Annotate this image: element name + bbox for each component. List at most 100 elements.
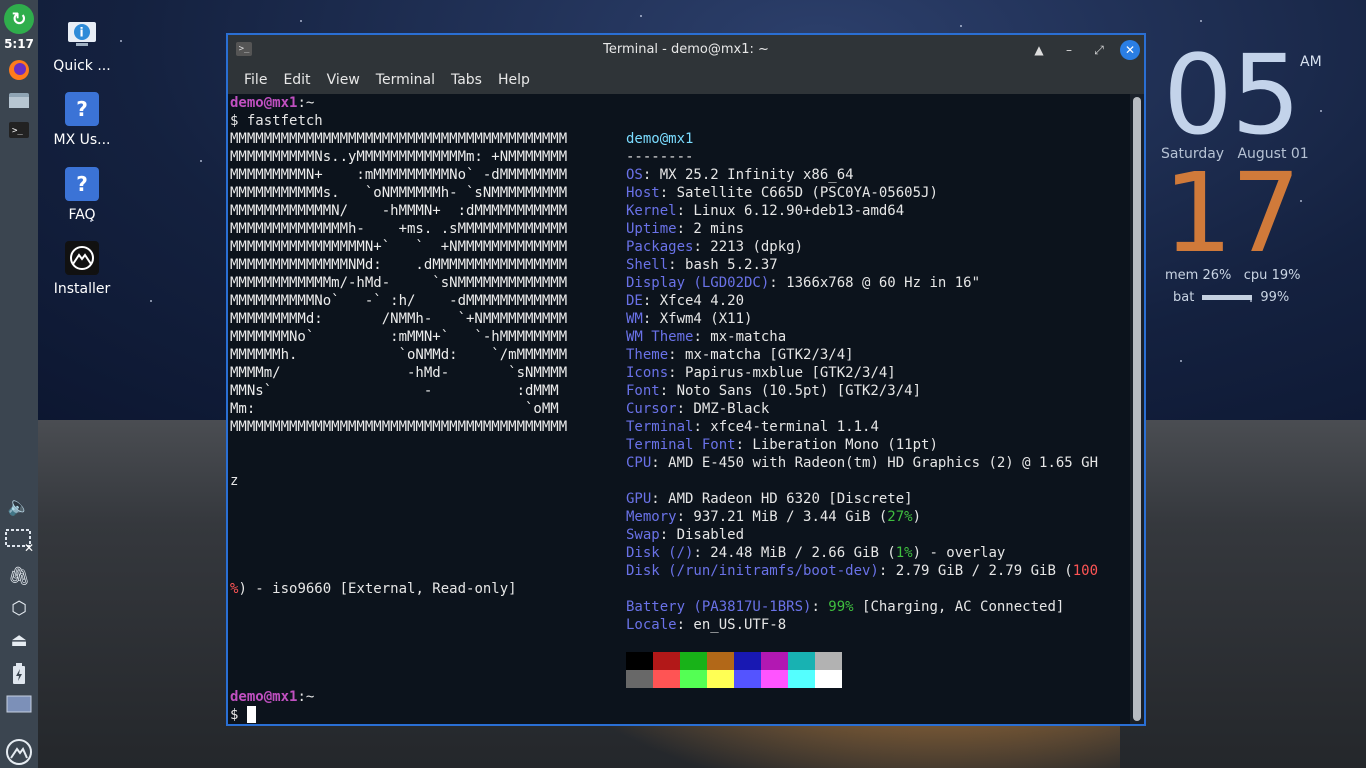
svg-text:i: i bbox=[80, 26, 84, 40]
minimize-button[interactable]: – bbox=[1060, 41, 1078, 59]
info-value: : Satellite C665D (PSC0YA-05605J) bbox=[659, 185, 938, 201]
info-key: Disk (/) bbox=[626, 545, 694, 561]
info-key: Icons bbox=[626, 365, 669, 381]
info-key: Shell bbox=[626, 257, 669, 273]
color-swatch bbox=[815, 670, 842, 688]
conky-stats: mem 26% cpu 19% bbox=[1165, 268, 1300, 283]
color-swatch bbox=[653, 670, 680, 688]
info-value-end: ) bbox=[912, 509, 922, 525]
prompt-user: demo@mx1 bbox=[230, 689, 298, 705]
star bbox=[1300, 200, 1302, 202]
panel-clock[interactable]: 5:17 bbox=[0, 37, 38, 51]
command-line: $ fastfetch bbox=[230, 112, 323, 130]
star bbox=[1200, 20, 1202, 22]
logo-line: MMNs` - :dMMM bbox=[230, 383, 559, 399]
info-value: : 2.79 GiB / 2.79 GiB ( bbox=[878, 563, 1073, 579]
desktop-icon-installer[interactable]: Installer bbox=[42, 241, 122, 297]
bat-value: 99% bbox=[1260, 290, 1290, 305]
desktop-icon-mx-user-manual[interactable]: ? MX Us... bbox=[42, 92, 122, 148]
info-value: : 2213 (dpkg) bbox=[693, 239, 804, 255]
star bbox=[640, 15, 642, 17]
mx-updater-icon[interactable]: ↻ bbox=[4, 4, 34, 34]
info-row: Icons: Papirus-mxblue [GTK2/3/4] bbox=[626, 364, 896, 382]
info-value: : DMZ-Black bbox=[676, 401, 770, 417]
info-key: WM Theme bbox=[626, 329, 694, 345]
info-value: : AMD Radeon HD 6320 [Discrete] bbox=[651, 491, 913, 507]
shade-button[interactable]: ▲ bbox=[1030, 41, 1048, 59]
scrollbar-thumb[interactable] bbox=[1133, 97, 1141, 721]
disk-wrap-line: %) - iso9660 [External, Read-only] bbox=[230, 580, 517, 598]
prompt-line: demo@mx1:~ bbox=[230, 688, 314, 706]
info-value: : xfce4-terminal 1.1.4 bbox=[693, 419, 879, 435]
logo-line: MMMMMMMMMd: /NMMh- `+NMMMMMMMMMM bbox=[230, 311, 568, 327]
firefox-icon[interactable] bbox=[4, 56, 34, 84]
terminal-output[interactable]: demo@mx1:~ $ fastfetch MMMMMMMMMMMMMMMMM… bbox=[228, 94, 1130, 724]
cpu-value: 19% bbox=[1271, 268, 1301, 283]
logo-line: MMMMMMMMMMMMN/ -hMMMN+ :dMMMMMMMMMMM bbox=[230, 203, 568, 219]
info-disk-root: Disk (/): 24.48 MiB / 2.66 GiB (1%) - ov… bbox=[626, 544, 1005, 562]
volume-icon[interactable]: 🔈 bbox=[4, 492, 34, 520]
logo-line: MMMMMMMMMMMMm/-hMd- `sNMMMMMMMMMMMMM bbox=[230, 275, 568, 291]
battery-icon[interactable] bbox=[4, 660, 34, 688]
clipboard-icon[interactable]: 🖇 bbox=[4, 562, 34, 590]
logo-line: MMMMMMMMMMMMMMMMMMMMMMMMMMMMMMMMMMMMMMMM bbox=[230, 131, 568, 147]
terminal-icon[interactable]: >_ bbox=[4, 116, 34, 144]
file-manager-icon[interactable] bbox=[4, 86, 34, 114]
info-value: : en_US.UTF-8 bbox=[676, 617, 787, 633]
info-user-host: demo@mx1 bbox=[626, 131, 694, 147]
info-value: : Xfce4 4.20 bbox=[642, 293, 745, 309]
info-row: WM Theme: mx-matcha bbox=[626, 328, 786, 346]
menu-help[interactable]: Help bbox=[490, 72, 538, 88]
info-key: DE bbox=[626, 293, 643, 309]
desktop-icon-quick-info[interactable]: i Quick ... bbox=[42, 18, 122, 74]
desktop-icon-label: FAQ bbox=[68, 207, 96, 223]
menu-edit[interactable]: Edit bbox=[275, 72, 318, 88]
color-swatch bbox=[680, 652, 707, 670]
info-disk-boot: Disk (/run/initramfs/boot-dev): 2.79 GiB… bbox=[626, 562, 1098, 580]
info-key: Swap bbox=[626, 527, 660, 543]
info-row: CPU: AMD E-450 with Radeon(tm) HD Graphi… bbox=[626, 454, 1098, 472]
star bbox=[300, 20, 302, 22]
desktop-icon-faq[interactable]: ? FAQ bbox=[42, 167, 122, 223]
package-icon[interactable]: ⬡ bbox=[4, 594, 34, 622]
help-icon: ? bbox=[65, 167, 99, 201]
info-value: : Linux 6.12.90+deb13-amd64 bbox=[676, 203, 905, 219]
disk-percent: 1% bbox=[895, 545, 913, 561]
input-line[interactable]: $ bbox=[230, 706, 256, 724]
text-cursor bbox=[246, 706, 256, 723]
prompt-symbol: $ bbox=[230, 707, 239, 723]
info-row: Kernel: Linux 6.12.90+deb13-amd64 bbox=[626, 202, 904, 220]
menu-tabs[interactable]: Tabs bbox=[443, 72, 490, 88]
info-key: Locale bbox=[626, 617, 677, 633]
star bbox=[150, 300, 152, 302]
close-button[interactable]: ✕ bbox=[1120, 40, 1140, 60]
info-key: GPU bbox=[626, 491, 652, 507]
prompt-symbol: $ bbox=[230, 113, 239, 129]
menu-file[interactable]: File bbox=[236, 72, 275, 88]
cpu-wrap-line: z bbox=[230, 473, 239, 489]
conky-battery: bat 99% bbox=[1173, 290, 1289, 305]
menu-terminal[interactable]: Terminal bbox=[368, 72, 443, 88]
eject-icon[interactable]: ⏏ bbox=[4, 626, 34, 654]
prompt-line: demo@mx1:~ bbox=[230, 94, 314, 112]
logo-line: MMMMMMMNo` :mMMN+` `-hMMMMMMMM bbox=[230, 329, 568, 345]
prompt-user: demo@mx1 bbox=[230, 95, 298, 111]
info-key: Cursor bbox=[626, 401, 677, 417]
terminal-window[interactable]: >_ Terminal - demo@mx1: ~ ▲ – ⤢ ✕ File E… bbox=[226, 33, 1146, 726]
info-key: Kernel bbox=[626, 203, 677, 219]
info-value: : 937.21 MiB / 3.44 GiB ( bbox=[676, 509, 888, 525]
workspace-icon[interactable] bbox=[4, 690, 34, 718]
menu-view[interactable]: View bbox=[319, 72, 368, 88]
star bbox=[1320, 110, 1322, 112]
window-titlebar[interactable]: >_ Terminal - demo@mx1: ~ ▲ – ⤢ ✕ bbox=[228, 35, 1144, 65]
mx-menu-icon[interactable] bbox=[4, 738, 34, 766]
color-swatch bbox=[761, 670, 788, 688]
info-rule: -------- bbox=[626, 149, 694, 165]
info-row: Shell: bash 5.2.37 bbox=[626, 256, 778, 274]
maximize-button[interactable]: ⤢ bbox=[1090, 41, 1108, 59]
star bbox=[960, 25, 962, 27]
color-swatch bbox=[707, 652, 734, 670]
info-key: OS bbox=[626, 167, 643, 183]
network-disconnected-icon[interactable]: ✕ bbox=[4, 526, 34, 554]
logo-line: MMMMMMMMMMMs. `oNMMMMMMh- `sNMMMMMMMMM bbox=[230, 185, 568, 201]
